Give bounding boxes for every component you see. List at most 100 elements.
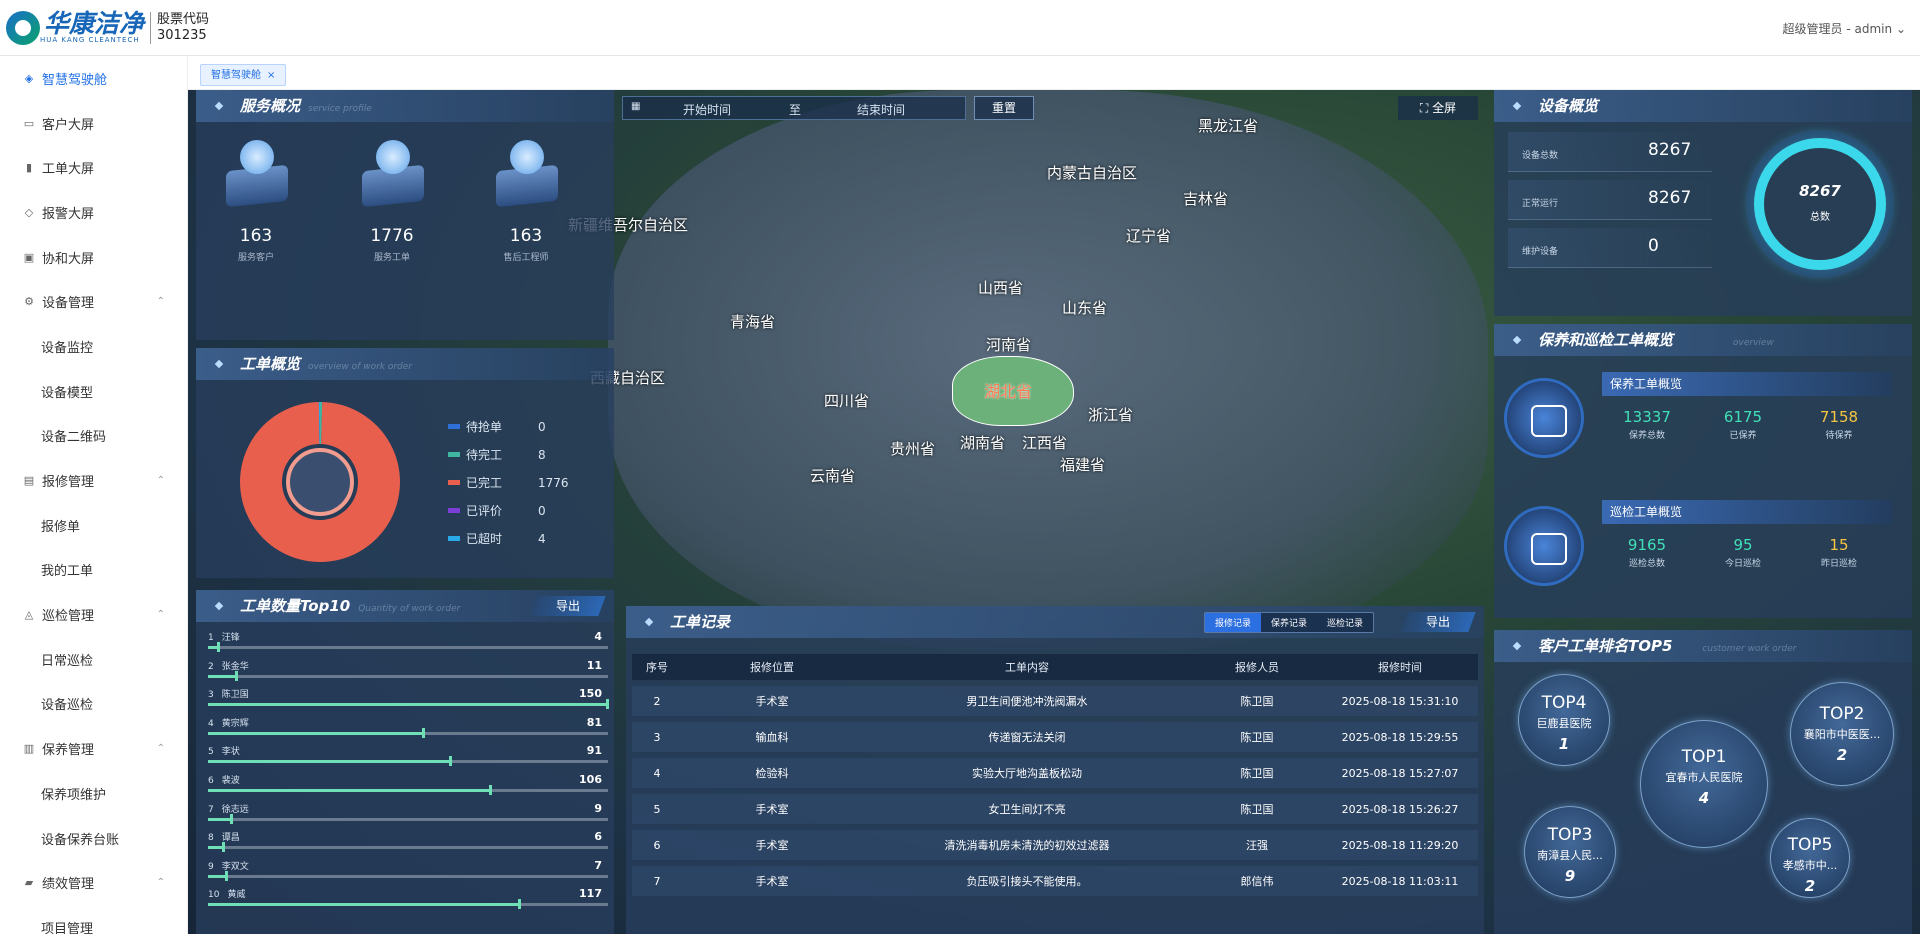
legend-item[interactable]: 已超时 4 (448, 530, 588, 547)
top5-bubble[interactable]: TOP4 巨鹿县医院 1 (1518, 674, 1610, 766)
date-range-picker[interactable]: ▦ 开始时间 至 结束时间 (622, 96, 966, 120)
start-date-input[interactable]: 开始时间 (683, 101, 731, 118)
top10-row[interactable]: 5 李状 91 (208, 742, 608, 770)
top5-bubble[interactable]: TOP2 襄阳市中医医... 2 (1790, 682, 1894, 786)
province-label[interactable]: 山西省 (978, 277, 1023, 298)
sidebar-item[interactable]: 项目管理 (0, 905, 187, 934)
province-label[interactable]: 贵州省 (890, 438, 935, 459)
fullscreen-label: 全屏 (1432, 101, 1457, 115)
legend-item[interactable]: 已完工 1776 (448, 474, 588, 491)
table-row[interactable]: 5 手术室 女卫生间灯不亮 陈卫国 2025-08-18 15:26:27 (632, 794, 1478, 824)
sidebar-item-label: 我的工单 (41, 564, 94, 580)
sidebar-item[interactable]: ◇ 报警大屏 (0, 190, 187, 235)
legend-value: 0 (538, 503, 546, 518)
sidebar-item[interactable]: 设备保养台账 (0, 816, 187, 861)
sidebar-item[interactable]: ▭ 客户大屏 (0, 101, 187, 146)
records-column-header[interactable]: 报修人员 (1192, 654, 1322, 680)
province-label[interactable]: 浙江省 (1088, 404, 1133, 425)
province-label[interactable]: 山东省 (1062, 297, 1107, 318)
top5-count: 4 (1698, 788, 1710, 807)
records-column-header[interactable]: 报修位置 (682, 654, 862, 680)
maintain-cell-label: 巡检总数 (1628, 559, 1665, 569)
sidebar-item[interactable]: 设备巡检 (0, 682, 187, 727)
table-row[interactable]: 3 输血科 传递窗无法关闭 陈卫国 2025-08-18 15:29:55 (632, 722, 1478, 752)
records-tab[interactable]: 报修记录 (1204, 613, 1261, 632)
top10-export-button[interactable]: 导出 (530, 596, 606, 616)
records-tab[interactable]: 保养记录 (1261, 613, 1317, 632)
top10-person: 裴波 (221, 776, 240, 786)
maintain-card[interactable]: 巡检工单概览 9165 巡检总数 95 今日巡检 15 昨日巡检 (1602, 500, 1892, 569)
province-label[interactable]: 黑龙江省 (1198, 115, 1258, 136)
province-label[interactable]: 吉林省 (1183, 188, 1228, 209)
top10-bar (208, 817, 232, 821)
sidebar-item[interactable]: 日常巡检 (0, 637, 187, 682)
table-row[interactable]: 2 手术室 男卫生间便池冲洗阀漏水 陈卫国 2025-08-18 15:31:10 (632, 686, 1478, 716)
top10-row[interactable]: 6 裴波 106 (208, 771, 608, 799)
top5-bubble[interactable]: TOP5 孝感市中... 2 (1770, 818, 1850, 898)
chevron-up-icon: ⌃ (156, 609, 165, 621)
top10-row[interactable]: 8 谭昌 6 (208, 828, 608, 856)
sidebar-item[interactable]: 设备监控 (0, 324, 187, 369)
province-label[interactable]: 湖南省 (960, 432, 1005, 453)
province-label[interactable]: 河南省 (986, 334, 1031, 355)
top10-row[interactable]: 1 汪锋 4 (208, 628, 608, 656)
top5-name: 南漳县人民... (1537, 849, 1603, 863)
top10-row[interactable]: 4 黄宗辉 81 (208, 714, 608, 742)
tab-dashboard[interactable]: 智慧驾驶舱 × (200, 64, 287, 86)
sidebar-item[interactable]: 保养项维护 (0, 771, 187, 816)
top10-row[interactable]: 2 张金华 11 (208, 657, 608, 685)
reset-button[interactable]: 重置 (974, 96, 1034, 120)
top5-bubble[interactable]: TOP3 南漳县人民... 9 (1524, 806, 1616, 898)
province-label[interactable]: 四川省 (824, 390, 869, 411)
province-label[interactable]: 云南省 (810, 465, 855, 486)
table-cell: 3 (632, 722, 682, 752)
records-tab[interactable]: 巡检记录 (1317, 613, 1373, 632)
sidebar-item[interactable]: ◬ 巡检管理 ⌃ (0, 592, 187, 637)
province-label[interactable]: 青海省 (730, 311, 775, 332)
table-row[interactable]: 6 手术室 清洗消毒机房未清洗的初效过滤器 汪强 2025-08-18 11:29:20 (632, 830, 1478, 860)
legend-item[interactable]: 待抢单 0 (448, 418, 588, 435)
province-label[interactable]: 福建省 (1060, 454, 1105, 475)
sidebar-item[interactable]: ▤ 报修管理 ⌃ (0, 458, 187, 503)
province-label[interactable]: 江西省 (1022, 432, 1067, 453)
top10-rank: 10 (208, 890, 220, 901)
table-row[interactable]: 4 检验科 实验大厅地沟盖板松动 陈卫国 2025-08-18 15:27:07 (632, 758, 1478, 788)
legend-item[interactable]: 待完工 8 (448, 446, 588, 463)
legend-item[interactable]: 已评价 0 (448, 502, 588, 519)
company-logo[interactable]: 华康洁净 HUA KANG CLEANTECH 股票代码 301235 (6, 10, 209, 45)
records-column-header[interactable]: 序号 (632, 654, 682, 680)
iso-top (510, 140, 544, 174)
top10-row[interactable]: 7 徐志远 9 (208, 800, 608, 828)
records-column-header[interactable]: 报修时间 (1322, 654, 1478, 680)
end-date-input[interactable]: 结束时间 (857, 101, 905, 118)
province-label[interactable]: 辽宁省 (1126, 225, 1171, 246)
sidebar-item[interactable]: 报修单 (0, 503, 187, 548)
sidebar-item[interactable]: ▥ 保养管理 ⌃ (0, 726, 187, 771)
user-menu[interactable]: 超级管理员 - admin ⌄ (1783, 20, 1906, 37)
sidebar-item[interactable]: ▮ 工单大屏 (0, 145, 187, 190)
top5-bubble[interactable]: TOP1 宜春市人民医院 4 (1640, 720, 1768, 848)
records-export-button[interactable]: 导出 (1400, 612, 1476, 632)
top10-row[interactable]: 9 李双文 7 (208, 857, 608, 885)
top5-panel: 客户工单排名TOP5 customer work order TOP4 巨鹿县医院 1… (1494, 630, 1912, 934)
workorder-donut[interactable] (232, 394, 408, 570)
top10-row[interactable]: 10 黄威 117 (208, 885, 608, 913)
fullscreen-button[interactable]: ⛶ 全屏 (1398, 96, 1478, 120)
top10-row[interactable]: 3 陈卫国 150 (208, 685, 609, 713)
device-total-ring[interactable]: 8267 总数 (1754, 138, 1886, 270)
service-watermark: service profile (308, 104, 372, 114)
inspect-icon: ◬ (24, 608, 34, 622)
sidebar-item[interactable]: 我的工单 (0, 548, 187, 593)
records-column-header[interactable]: 工单内容 (862, 654, 1192, 680)
province-label[interactable]: 内蒙古自治区 (1047, 162, 1137, 183)
sidebar-item[interactable]: 设备模型 (0, 369, 187, 414)
sidebar-item[interactable]: 设备二维码 (0, 414, 187, 459)
sidebar-item[interactable]: ◈ 智慧驾驶舱 (0, 56, 187, 101)
sidebar-item[interactable]: ▣ 协和大屏 (0, 235, 187, 280)
close-icon[interactable]: × (267, 70, 275, 81)
sidebar-item[interactable]: ▰ 绩效管理 ⌃ (0, 860, 187, 905)
maintain-card[interactable]: 保养工单概览 13337 保养总数 6175 已保养 7158 待保养 (1602, 372, 1892, 441)
sidebar-item[interactable]: ⚙ 设备管理 ⌃ (0, 279, 187, 324)
bell-icon: ◇ (24, 205, 34, 219)
table-row[interactable]: 7 手术室 负压吸引接头不能使用。 郎信伟 2025-08-18 11:03:11 (632, 866, 1478, 896)
